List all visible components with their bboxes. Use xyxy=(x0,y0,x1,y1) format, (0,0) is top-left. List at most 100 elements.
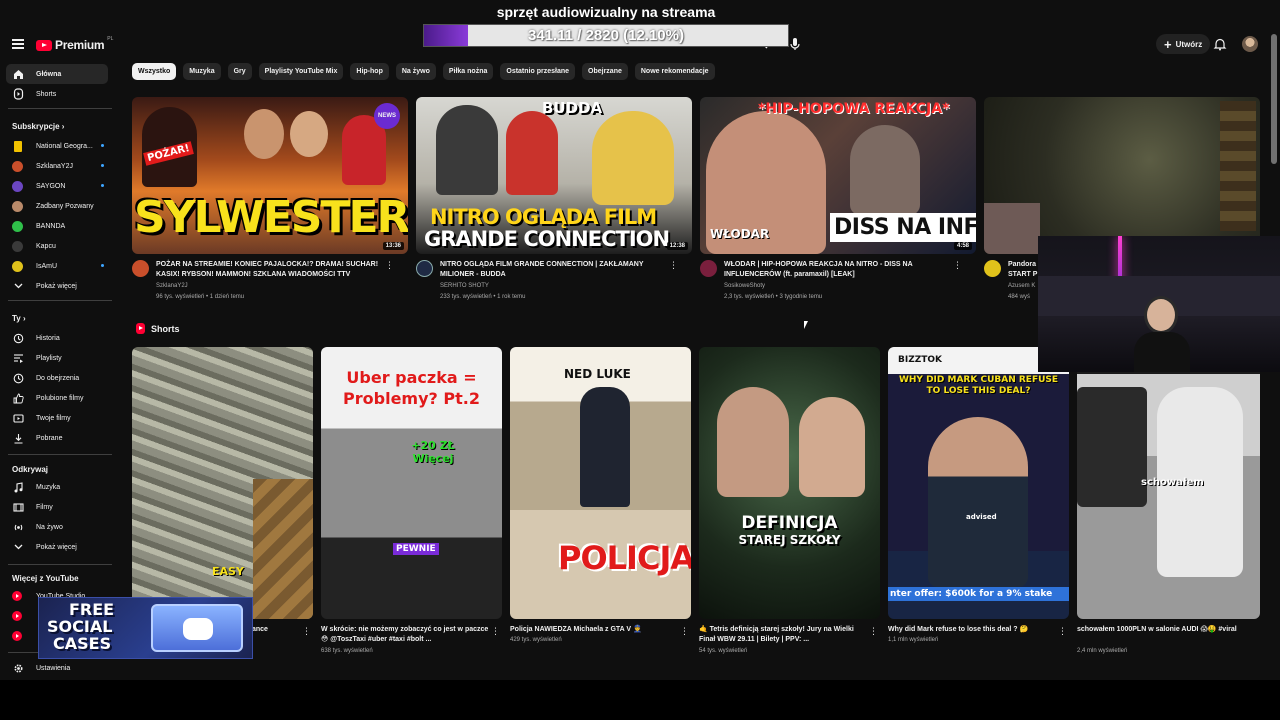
sidebar-item-films[interactable]: Filmy xyxy=(6,497,108,517)
more-vert-icon[interactable]: ⋮ xyxy=(669,261,678,270)
chip-all[interactable]: Wszystko xyxy=(132,63,177,80)
sidebar-item-shorts[interactable]: Shorts xyxy=(6,84,108,104)
thumbnail-facecam xyxy=(984,203,1040,254)
short-overlay-text: Uber paczka = Problemy? Pt.2 xyxy=(321,367,502,409)
sidebar-item-history[interactable]: Historia xyxy=(6,328,108,348)
you-heading-label: Ty xyxy=(12,314,21,323)
chip-games[interactable]: Gry xyxy=(227,63,252,80)
short-overlay-text: +20 ZŁ Więcej xyxy=(411,439,455,465)
sidebar-sub-bannda[interactable]: BANNDA xyxy=(6,216,108,236)
you-heading[interactable]: Ty › xyxy=(12,314,26,323)
youtube-logo[interactable]: Premium PL xyxy=(36,36,113,52)
channel-name[interactable]: Azusem K xyxy=(1008,283,1035,289)
short-title[interactable]: ance xyxy=(252,625,272,635)
video-title[interactable]: Pandora START P xyxy=(1008,260,1042,280)
short-thumbnail[interactable]: BIZZTOK WHY DID MARK CUBAN REFUSE TO LOS… xyxy=(888,347,1069,619)
sidebar-sub-zadbany[interactable]: Zadbany Pozwany xyxy=(6,196,108,216)
short-thumbnail[interactable]: DEFINICJA STAREJ SZKOŁY xyxy=(699,347,880,619)
sidebar-divider xyxy=(8,454,112,455)
chip-mix[interactable]: Playlisty YouTube Mix xyxy=(258,63,344,80)
channel-name[interactable]: SzklanaY2J xyxy=(156,283,188,289)
channel-avatar[interactable] xyxy=(416,260,433,277)
subscriptions-heading[interactable]: Subskrypcje › xyxy=(12,122,64,131)
sidebar-item-downloads[interactable]: Pobrane xyxy=(6,428,108,448)
video-thumbnail[interactable]: POŻAR! NEWS SYLWESTER! 13:36 xyxy=(132,97,408,254)
channel-avatar[interactable] xyxy=(132,260,149,277)
sidebar-item-label: Playlisty xyxy=(36,354,62,362)
sidebar-item-music[interactable]: Muzyka xyxy=(6,477,108,497)
short-title[interactable]: Policja NAWIEDZA Michaela z GTA V 👮 xyxy=(510,625,680,635)
channel-name[interactable]: SosikoweShoty xyxy=(724,283,765,289)
short-overlay-text: EASY xyxy=(212,565,244,578)
live-dot-icon xyxy=(101,144,104,147)
chip-new[interactable]: Nowe rekomendacje xyxy=(634,63,715,80)
channel-avatar[interactable] xyxy=(984,260,1001,277)
video-title[interactable]: POŻAR NA STREAMIE! KONIEC PAJALOCKA!? DR… xyxy=(156,260,386,280)
sidebar-item-live[interactable]: Na żywo xyxy=(6,517,108,537)
history-icon xyxy=(12,332,24,344)
sidebar-item-playlists[interactable]: Playlisty xyxy=(6,348,108,368)
sidebar-show-more-explore[interactable]: Pokaż więcej xyxy=(6,537,108,557)
menu-icon[interactable] xyxy=(12,39,24,49)
chip-hiphop[interactable]: Hip-hop xyxy=(350,63,389,80)
short-title[interactable]: 🤙 Tetris definicją starej szkoły! Jury n… xyxy=(699,625,869,645)
chip-watched[interactable]: Obejrzane xyxy=(582,63,628,80)
video-thumbnail[interactable]: BUDDA NITRO OGLĄDA FILM GRANDE CONNECTIO… xyxy=(416,97,692,254)
sidebar-item-settings[interactable]: Ustawienia xyxy=(6,658,108,678)
thumbnail-figure xyxy=(290,111,328,157)
sidebar-sub-isamu[interactable]: IsAmU xyxy=(6,256,108,276)
sidebar-sub-natgeo[interactable]: National Geogra... xyxy=(6,136,108,156)
sidebar-item-your-videos[interactable]: Twoje filmy xyxy=(6,408,108,428)
bell-icon[interactable] xyxy=(1213,37,1227,51)
video-thumbnail[interactable] xyxy=(984,97,1260,254)
sidebar-item-liked[interactable]: Polubione filmy xyxy=(6,388,108,408)
create-button[interactable]: + Utwórz xyxy=(1156,34,1211,54)
chip-music[interactable]: Muzyka xyxy=(183,63,221,80)
video-thumbnail[interactable]: *HIP-HOPOWA REAKCJA* WŁODAR DISS NA INFL… xyxy=(700,97,976,254)
more-vert-icon[interactable]: ⋮ xyxy=(953,261,962,270)
sidebar-item-watch-later[interactable]: Do obejrzenia xyxy=(6,368,108,388)
short-views: 429 tys. wyświetleń xyxy=(510,637,562,643)
thumbnail-figure xyxy=(506,111,558,195)
short-title[interactable]: Why did Mark refuse to lose this deal ? … xyxy=(888,625,1058,635)
video-title[interactable]: WŁODAR | HIP-HOPOWA REAKCJA NA NITRO - D… xyxy=(724,260,954,280)
live-dot-icon xyxy=(101,264,104,267)
short-thumbnail[interactable]: EASY xyxy=(132,347,313,619)
more-vert-icon[interactable]: ⋮ xyxy=(385,261,394,270)
sidebar-item-label: Historia xyxy=(36,334,60,342)
sidebar-item-yt-kids[interactable] xyxy=(6,626,36,646)
video-stats: 2,3 tys. wyświetleń • 3 tygodnie temu xyxy=(724,294,823,300)
short-overlay-text: PEWNIE xyxy=(393,543,439,555)
sidebar-sub-saygon[interactable]: SAYGON xyxy=(6,176,108,196)
sidebar-sub-kapcu[interactable]: Kapcu xyxy=(6,236,108,256)
channel-avatar[interactable] xyxy=(700,260,717,277)
thumbnail-text: DISS NA INFLU xyxy=(830,213,976,242)
short-overlay-text: POLICJA xyxy=(558,539,691,577)
video-title[interactable]: NITRO OGLĄDA FILM GRANDE CONNECTION | ZA… xyxy=(440,260,670,280)
short-thumbnail[interactable]: schowałem xyxy=(1077,347,1260,619)
thumbnail-text: *HIP-HOPOWA REAKCJA* xyxy=(758,101,950,117)
short-title[interactable]: schowałem 1000PLN w salonie AUDI 😱🤑 #vir… xyxy=(1077,625,1247,635)
sidebar-show-more-subs[interactable]: Pokaż więcej xyxy=(6,276,108,296)
channel-avatar xyxy=(12,260,23,272)
chip-live[interactable]: Na żywo xyxy=(395,63,436,80)
live-icon xyxy=(12,521,24,533)
short-thumbnail[interactable]: NED LUKE POLICJA xyxy=(510,347,691,619)
filter-chips: Wszystko Muzyka Gry Playlisty YouTube Mi… xyxy=(132,63,715,80)
sidebar-sub-szklana[interactable]: SzklanaY2J xyxy=(6,156,108,176)
channel-avatar xyxy=(12,220,23,232)
chip-recent[interactable]: Ostatnio przesłane xyxy=(500,63,576,80)
short-title[interactable]: W skrócie: nie możemy zobaczyć co jest w… xyxy=(321,625,491,645)
sidebar-item-home[interactable]: Główna xyxy=(6,64,108,84)
video-stats: 484 wyś xyxy=(1008,294,1031,300)
sidebar-item-yt-music[interactable] xyxy=(6,606,36,626)
mic-icon[interactable] xyxy=(787,36,803,52)
page-scrollbar[interactable] xyxy=(1271,34,1277,164)
thumbnail-text: SYLWESTER! xyxy=(134,192,408,243)
chip-football[interactable]: Piłka nożna xyxy=(442,63,494,80)
short-overlay-text: DEFINICJA xyxy=(741,513,838,533)
thumbnail-text: WŁODAR xyxy=(710,227,770,241)
account-avatar[interactable] xyxy=(1242,36,1258,52)
channel-name[interactable]: SERHITO SHOTY xyxy=(440,283,489,289)
short-thumbnail[interactable]: Uber paczka = Problemy? Pt.2 +20 ZŁ Więc… xyxy=(321,347,502,619)
